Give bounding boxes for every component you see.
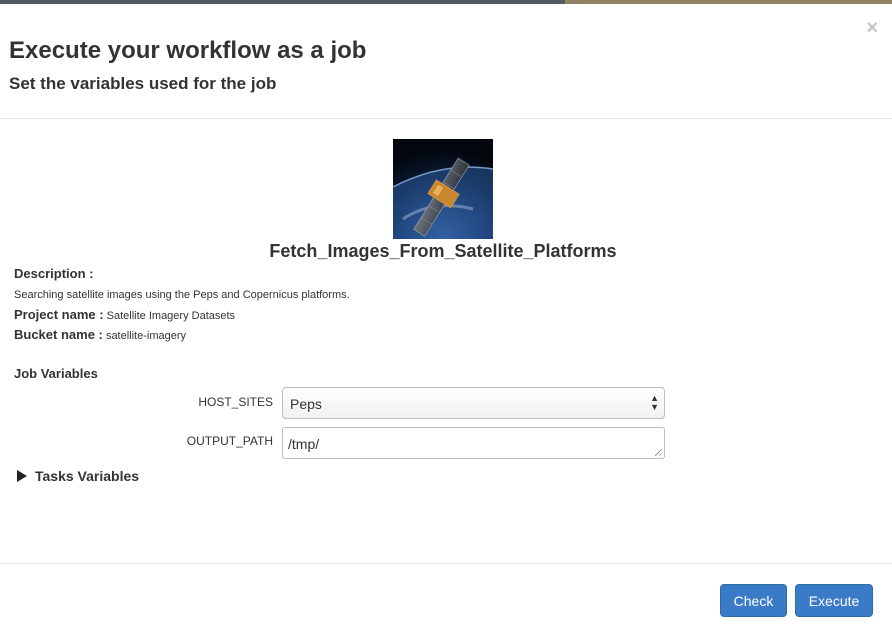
- select-arrows-icon: ▲ ▼: [650, 393, 659, 412]
- output-path-label: OUTPUT_PATH: [186, 434, 273, 448]
- project-name-row: Project name : Satellite Imagery Dataset…: [14, 307, 235, 322]
- description-label: Description :: [14, 266, 94, 281]
- tasks-variables-toggle[interactable]: Tasks Variables: [17, 468, 139, 484]
- output-path-input[interactable]: /tmp/: [282, 427, 665, 459]
- execute-button[interactable]: Execute: [795, 584, 873, 617]
- bucket-name-row: Bucket name : satellite-imagery: [14, 327, 186, 342]
- check-button[interactable]: Check: [720, 584, 787, 617]
- satellite-image-icon: [393, 139, 493, 239]
- modal-title: Execute your workflow as a job: [9, 37, 367, 64]
- disclosure-triangle-icon: [17, 470, 27, 482]
- tasks-variables-label: Tasks Variables: [35, 468, 140, 484]
- modal-header: × Execute your workflow as a job Set the…: [0, 4, 892, 119]
- workflow-name: Fetch_Images_From_Satellite_Platforms: [269, 241, 617, 261]
- modal-footer: Check Execute: [0, 563, 892, 639]
- bucket-name-value: satellite-imagery: [105, 330, 187, 342]
- execute-job-modal: × Execute your workflow as a job Set the…: [0, 4, 892, 638]
- resize-grip-icon[interactable]: [655, 449, 662, 456]
- host-sites-select[interactable]: Peps ▲ ▼: [282, 387, 665, 419]
- host-sites-label: HOST_SITES: [198, 395, 273, 409]
- output-path-value: /tmp/: [288, 436, 320, 452]
- project-name-label: Project name :: [14, 307, 104, 322]
- description-text: Searching satellite images using the Pep…: [14, 289, 350, 301]
- project-name-value: Satellite Imagery Datasets: [106, 310, 236, 322]
- close-icon[interactable]: ×: [866, 18, 878, 38]
- job-variables-title: Job Variables: [14, 366, 98, 381]
- modal-subtitle: Set the variables used for the job: [9, 74, 277, 93]
- host-sites-selected-value: Peps: [290, 396, 322, 412]
- bucket-name-label: Bucket name :: [14, 327, 103, 342]
